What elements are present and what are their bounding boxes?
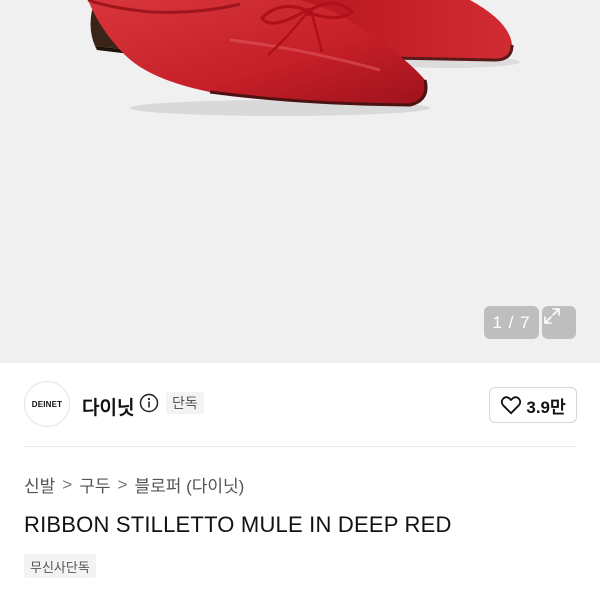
heart-icon: [501, 396, 522, 415]
breadcrumb-item-shoes[interactable]: 신발: [24, 472, 55, 497]
brand-row: DEINET 다이닛 단독 3.9만: [0, 363, 600, 447]
expand-button[interactable]: [542, 306, 576, 339]
like-count: 3.9만: [526, 397, 566, 417]
chevron-right-icon: >: [117, 474, 128, 494]
chevron-right-icon: >: [62, 474, 73, 494]
brand-name[interactable]: 다이닛: [82, 393, 134, 420]
musinsa-exclusive-tag: 무신사단독: [24, 554, 96, 578]
image-counter: 1 / 7: [484, 306, 539, 339]
product-title: RIBBON STILLETTO MULE IN DEEP RED: [24, 512, 452, 537]
brand-logo[interactable]: DEINET: [24, 381, 70, 427]
info-icon[interactable]: [139, 393, 159, 413]
product-image-gallery[interactable]: 1 / 7: [0, 0, 600, 363]
breadcrumb-item-bloafer[interactable]: 블로퍼 (다이닛): [134, 472, 244, 497]
expand-icon: [544, 308, 560, 324]
exclusive-badge: 단독: [166, 392, 204, 414]
divider: [24, 446, 576, 447]
breadcrumb-item-dress-shoes[interactable]: 구두: [79, 472, 110, 497]
like-button[interactable]: 3.9만: [489, 387, 577, 423]
breadcrumb: 신발 > 구두 > 블로퍼 (다이닛): [24, 472, 244, 497]
